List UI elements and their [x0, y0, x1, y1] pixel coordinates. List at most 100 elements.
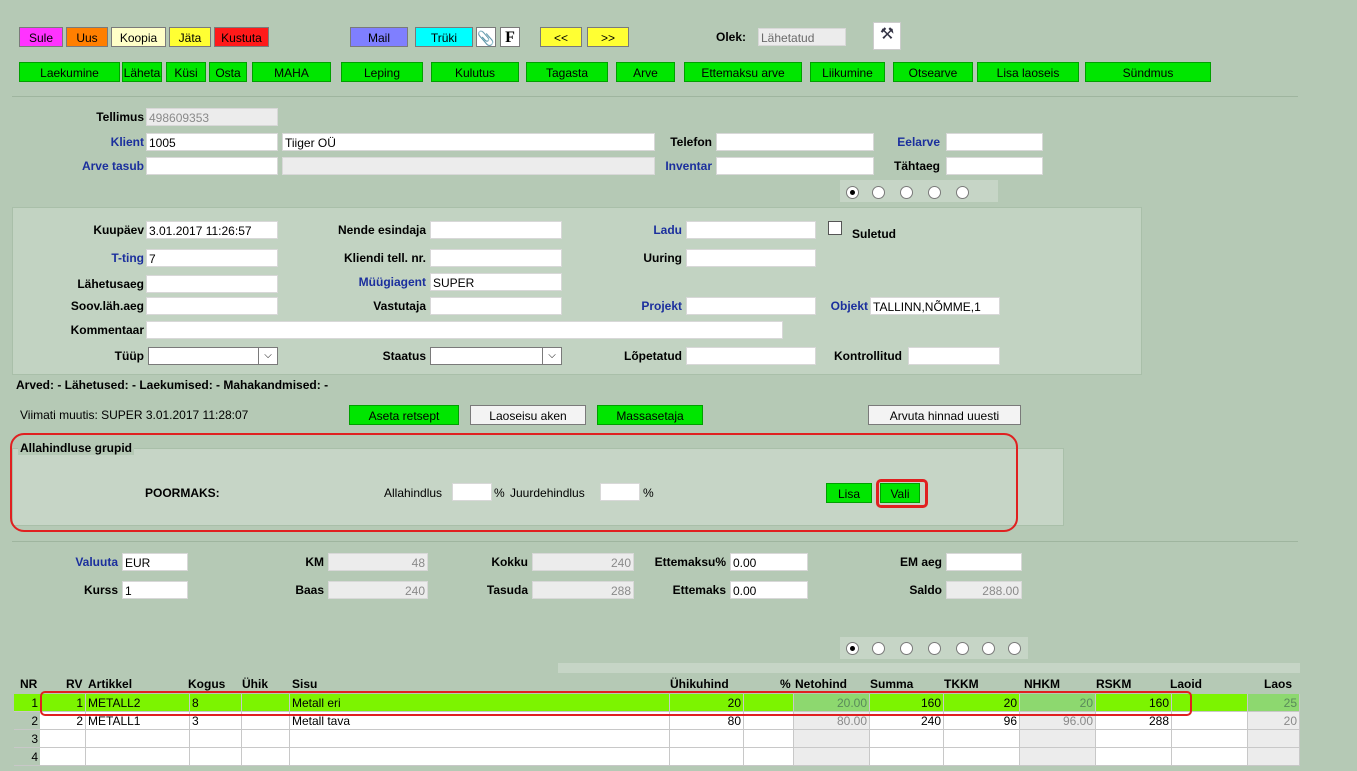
- cell-kogus[interactable]: [190, 748, 242, 766]
- cell-laoid[interactable]: [1172, 748, 1248, 766]
- cell-nhkm[interactable]: [1020, 748, 1096, 766]
- column-header-2[interactable]: Artikkel: [88, 677, 132, 691]
- page-radio-3[interactable]: [900, 186, 913, 199]
- cell-laoid[interactable]: [1172, 730, 1248, 748]
- toolbar-button-lisa-laoseis[interactable]: Lisa laoseis: [977, 62, 1079, 82]
- aseta-retsept-button[interactable]: Aseta retsept: [349, 405, 459, 425]
- eelarve-field[interactable]: [946, 133, 1043, 151]
- klient-link[interactable]: Klient: [82, 135, 144, 149]
- cell-rv[interactable]: [40, 730, 86, 748]
- jata-button[interactable]: Jäta: [169, 27, 211, 47]
- page-radio-5[interactable]: [956, 186, 969, 199]
- kustuta-button[interactable]: Kustuta: [214, 27, 269, 47]
- kuupaev-field[interactable]: 3.01.2017 11:26:57: [146, 221, 278, 239]
- row-page-radio-6[interactable]: [982, 642, 995, 655]
- koopia-button[interactable]: Koopia: [111, 27, 166, 47]
- tting-link[interactable]: T-ting: [60, 251, 144, 265]
- row-page-radio-7[interactable]: [1008, 642, 1021, 655]
- eelarve-link[interactable]: Eelarve: [860, 135, 940, 149]
- kurss-field[interactable]: 1: [122, 581, 188, 599]
- column-header-6[interactable]: Ühikuhind: [670, 677, 729, 691]
- mail-button[interactable]: Mail: [350, 27, 408, 47]
- cell-kogus[interactable]: [190, 730, 242, 748]
- cell-tkkm[interactable]: [944, 730, 1020, 748]
- toolbar-button-ettemaksu-arve[interactable]: Ettemaksu arve: [684, 62, 802, 82]
- toolbar-button-arve[interactable]: Arve: [616, 62, 675, 82]
- cell-pct[interactable]: [744, 748, 794, 766]
- arve-tasub-link[interactable]: Arve tasub: [50, 159, 144, 173]
- cell-rv[interactable]: [40, 748, 86, 766]
- cell-tkkm[interactable]: [944, 748, 1020, 766]
- valuuta-field[interactable]: EUR: [122, 553, 188, 571]
- cell-summa[interactable]: [870, 748, 944, 766]
- staatus-select[interactable]: ⌵: [430, 347, 562, 365]
- objekt-link[interactable]: Objekt: [810, 299, 868, 313]
- tahtaeg-field[interactable]: [946, 157, 1043, 175]
- column-header-11[interactable]: NHKM: [1024, 677, 1060, 691]
- kliendi-tell-field[interactable]: [430, 249, 562, 267]
- cell-summa[interactable]: [870, 730, 944, 748]
- next-button[interactable]: >>: [587, 27, 629, 47]
- row-page-radio-1[interactable]: [846, 642, 859, 655]
- column-header-13[interactable]: Laoid: [1170, 677, 1202, 691]
- truki-button[interactable]: Trüki: [415, 27, 473, 47]
- lopetatud-field[interactable]: [686, 347, 816, 365]
- cell-yhikuhind[interactable]: [670, 748, 744, 766]
- kontrollitud-field[interactable]: [908, 347, 1000, 365]
- cell-artikkel[interactable]: [86, 748, 190, 766]
- row-page-radio-4[interactable]: [928, 642, 941, 655]
- cell-laos[interactable]: 20: [1248, 712, 1300, 730]
- cell-pct[interactable]: [744, 730, 794, 748]
- soov-field[interactable]: [146, 297, 278, 315]
- cell-laos[interactable]: 25: [1248, 694, 1300, 712]
- massasetaja-button[interactable]: Massasetaja: [597, 405, 703, 425]
- toolbar-button-liikumine[interactable]: Liikumine: [810, 62, 885, 82]
- cell-yhik[interactable]: [242, 730, 290, 748]
- projekt-link[interactable]: Projekt: [600, 299, 682, 313]
- vastutaja-field[interactable]: [430, 297, 562, 315]
- klient-code-field[interactable]: 1005: [146, 133, 278, 151]
- column-header-10[interactable]: TKKM: [944, 677, 979, 691]
- cell-netohind[interactable]: [794, 730, 870, 748]
- row-page-radio-3[interactable]: [900, 642, 913, 655]
- ettemaks-field[interactable]: 0.00: [730, 581, 808, 599]
- inventar-field[interactable]: [716, 157, 874, 175]
- toolbar-button-leping[interactable]: Leping: [341, 62, 423, 82]
- toolbar-button-tagasta[interactable]: Tagasta: [526, 62, 608, 82]
- f-button[interactable]: F: [500, 27, 520, 47]
- uus-button[interactable]: Uus: [66, 27, 108, 47]
- objekt-field[interactable]: TALLINN,NÕMME,1: [870, 297, 1000, 315]
- cell-artikkel[interactable]: [86, 730, 190, 748]
- column-header-4[interactable]: Ühik: [242, 677, 268, 691]
- ladu-field[interactable]: [686, 221, 816, 239]
- page-radio-1[interactable]: [846, 186, 859, 199]
- attachment-icon[interactable]: 📎: [476, 27, 496, 47]
- cell-yhik[interactable]: [242, 748, 290, 766]
- sule-button[interactable]: Sule: [19, 27, 63, 47]
- arvuta-button[interactable]: Arvuta hinnad uuesti: [868, 405, 1021, 425]
- tting-field[interactable]: 7: [146, 249, 278, 267]
- row-page-radio-2[interactable]: [872, 642, 885, 655]
- laoseisu-aken-button[interactable]: Laoseisu aken: [470, 405, 586, 425]
- cell-rskm[interactable]: [1096, 748, 1172, 766]
- page-radio-2[interactable]: [872, 186, 885, 199]
- arve-tasub-field[interactable]: [146, 157, 278, 175]
- column-header-8[interactable]: Netohind: [795, 677, 847, 691]
- cell-laos[interactable]: [1248, 748, 1300, 766]
- telefon-field[interactable]: [716, 133, 874, 151]
- cell-sisu[interactable]: [290, 730, 670, 748]
- ladu-link[interactable]: Ladu: [600, 223, 682, 237]
- cell-sisu[interactable]: [290, 748, 670, 766]
- projekt-field[interactable]: [686, 297, 816, 315]
- myygiagent-field[interactable]: SUPER: [430, 273, 562, 291]
- column-header-12[interactable]: RSKM: [1096, 677, 1131, 691]
- toolbar-button-küsi[interactable]: Küsi: [166, 62, 206, 82]
- cell-rskm[interactable]: [1096, 730, 1172, 748]
- page-radio-4[interactable]: [928, 186, 941, 199]
- column-header-5[interactable]: Sisu: [292, 677, 317, 691]
- cell-laos[interactable]: [1248, 730, 1300, 748]
- myygiagent-link[interactable]: Müügiagent: [290, 275, 426, 289]
- column-header-9[interactable]: Summa: [870, 677, 913, 691]
- row-page-radio-5[interactable]: [956, 642, 969, 655]
- inventar-link[interactable]: Inventar: [640, 159, 712, 173]
